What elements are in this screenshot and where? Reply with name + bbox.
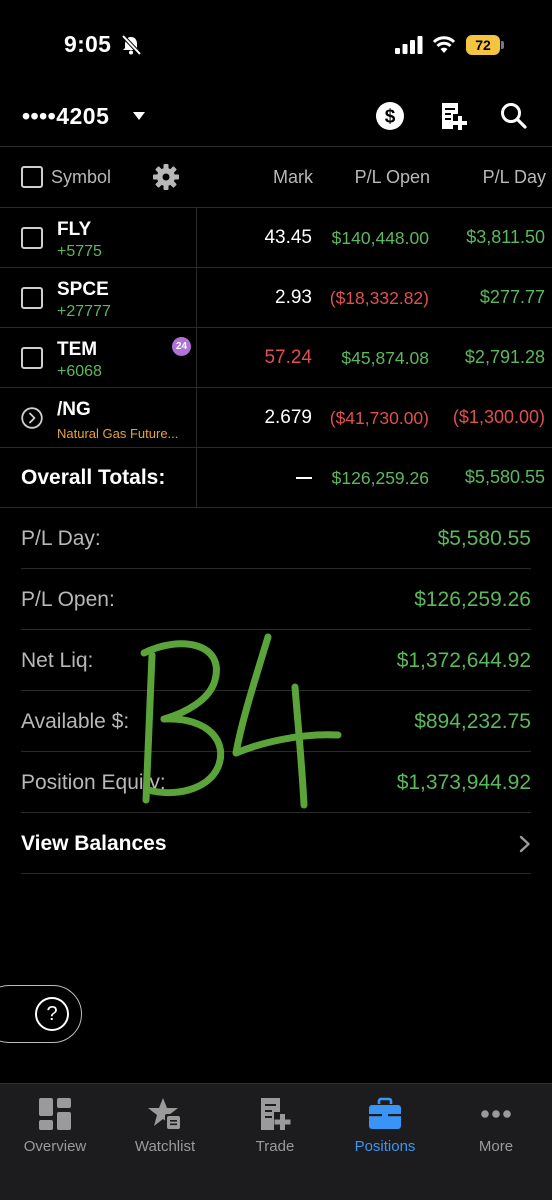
position-row-fly[interactable]: FLY +5775 43.45 $140,448.00 $3,811.50 [0, 207, 552, 267]
position-pl-day: $2,791.28 [464, 347, 545, 367]
table-header: Symbol Mark P/L Open P/L Day [0, 147, 552, 207]
column-symbol[interactable]: Symbol [51, 167, 111, 188]
silent-bell-icon [121, 34, 142, 56]
position-symbol: FLY [57, 219, 92, 240]
cellular-signal-icon [395, 36, 423, 54]
summary-value: $5,580.55 [437, 527, 531, 550]
summary-row-available: Available $: $894,232.75 [21, 691, 531, 752]
position-row-ng[interactable]: /NG Natural Gas Future... 2.679 ($41,730… [0, 387, 552, 447]
account-summary: P/L Day: $5,580.55 P/L Open: $126,259.26… [21, 508, 531, 874]
svg-text:$: $ [385, 107, 396, 128]
position-symbol: SPCE [57, 279, 109, 300]
position-quantity: +5775 [57, 243, 102, 260]
tab-label: Trade [255, 1138, 295, 1155]
briefcase-icon [369, 1097, 401, 1129]
tab-watchlist[interactable]: Watchlist [110, 1096, 220, 1155]
new-order-icon[interactable] [439, 101, 469, 131]
totals-pl-open: $126,259.26 [331, 468, 429, 488]
chevron-right-icon [519, 835, 530, 853]
watchlist-star-icon [148, 1098, 181, 1130]
position-pl-open: ($18,332.82) [329, 288, 429, 308]
position-mark: 57.24 [264, 347, 312, 368]
column-pl-day[interactable]: P/L Day [483, 167, 546, 188]
status-bar: 9:05 72 [0, 0, 552, 90]
position-mark: 2.93 [275, 287, 312, 308]
select-all-checkbox[interactable] [21, 166, 43, 188]
notification-badge[interactable]: 24 [172, 337, 191, 356]
column-mark[interactable]: Mark [273, 167, 313, 188]
summary-label: P/L Day: [21, 527, 101, 550]
position-mark: 43.45 [264, 227, 312, 248]
row-checkbox[interactable] [21, 287, 43, 309]
position-pl-open: $140,448.00 [331, 228, 429, 248]
summary-label: Available $: [21, 710, 130, 733]
position-pl-day: ($1,300.00) [452, 407, 545, 427]
summary-row-pl-day: P/L Day: $5,580.55 [21, 508, 531, 569]
summary-row-position-equity: Position Equity: $1,373,944.92 [21, 752, 531, 813]
bottom-tab-bar: Overview Watchlist Trade Positions More [0, 1083, 552, 1200]
row-checkbox[interactable] [21, 227, 43, 249]
trade-order-icon [261, 1098, 291, 1130]
app-header: ••••4205 $ [0, 95, 552, 139]
tab-label: Watchlist [134, 1138, 196, 1155]
tab-label: More [478, 1138, 514, 1155]
caret-down-icon[interactable] [132, 111, 146, 121]
tab-more[interactable]: More [441, 1096, 551, 1155]
position-row-spce[interactable]: SPCE +27777 2.93 ($18,332.82) $277.77 [0, 267, 552, 327]
more-dots-icon [481, 1110, 511, 1118]
summary-label: Net Liq: [21, 649, 94, 672]
account-selector[interactable]: ••••4205 [22, 103, 109, 130]
position-pl-open: ($41,730.00) [329, 408, 429, 428]
expand-chevron-icon[interactable] [21, 407, 43, 429]
help-button[interactable]: ? [0, 985, 82, 1043]
battery-level: 72 [466, 35, 500, 55]
position-pl-day: $277.77 [479, 287, 545, 307]
status-time: 9:05 [64, 31, 112, 57]
summary-row-pl-open: P/L Open: $126,259.26 [21, 569, 531, 630]
column-pl-open[interactable]: P/L Open [355, 167, 430, 188]
wifi-icon [432, 36, 456, 53]
totals-pl-day: $5,580.55 [464, 467, 545, 487]
dollar-circle-icon[interactable]: $ [375, 101, 405, 131]
position-pl-day: $3,811.50 [466, 227, 545, 247]
summary-label: Position Equity: [21, 771, 166, 794]
view-balances-row[interactable]: View Balances [21, 813, 531, 874]
summary-row-net-liq: Net Liq: $1,372,644.92 [21, 630, 531, 691]
tab-trade[interactable]: Trade [220, 1096, 330, 1155]
summary-value: $1,373,944.92 [396, 771, 531, 794]
row-checkbox[interactable] [21, 347, 43, 369]
tab-label: Overview [23, 1138, 87, 1155]
gear-icon[interactable] [152, 163, 180, 191]
position-quantity: +6068 [57, 363, 102, 380]
tab-overview[interactable]: Overview [0, 1096, 110, 1155]
tab-label: Positions [354, 1138, 416, 1155]
position-mark: 2.679 [264, 407, 312, 428]
help-icon[interactable]: ? [35, 997, 69, 1031]
tab-positions[interactable]: Positions [330, 1096, 440, 1155]
position-description: Natural Gas Future... [57, 426, 179, 441]
positions-table: Symbol Mark P/L Open P/L Day FLY +5775 4… [0, 146, 552, 508]
summary-label: P/L Open: [21, 588, 115, 611]
summary-value: $894,232.75 [414, 710, 531, 733]
position-symbol: /NG [57, 399, 91, 420]
totals-mark-dash [296, 477, 312, 479]
search-icon[interactable] [499, 101, 529, 131]
position-pl-open: $45,874.08 [341, 348, 429, 368]
position-row-tem[interactable]: TEM 24 +6068 57.24 $45,874.08 $2,791.28 [0, 327, 552, 387]
overall-totals-row: Overall Totals: $126,259.26 $5,580.55 [0, 447, 552, 508]
totals-label: Overall Totals: [21, 466, 166, 489]
summary-value: $1,372,644.92 [396, 649, 531, 672]
position-quantity: +27777 [57, 303, 111, 320]
overview-grid-icon [39, 1098, 71, 1130]
battery-icon: 72 [466, 35, 504, 55]
view-balances-link[interactable]: View Balances [21, 832, 167, 856]
position-symbol: TEM [57, 339, 98, 360]
summary-value: $126,259.26 [414, 588, 531, 611]
